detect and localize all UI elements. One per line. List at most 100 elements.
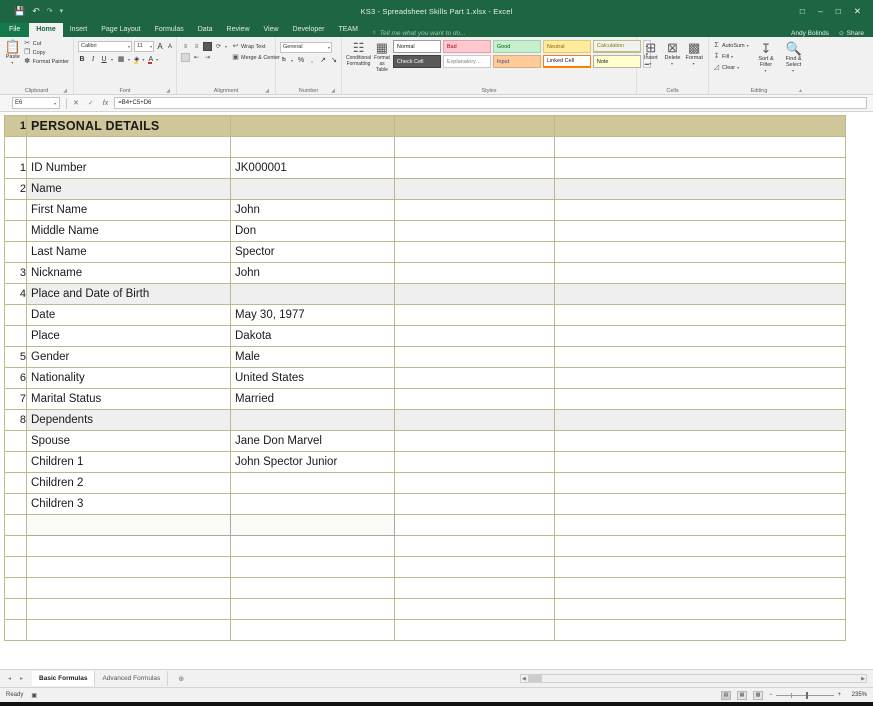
empty-cell-e[interactable] xyxy=(555,347,846,368)
empty-cell-e[interactable] xyxy=(555,326,846,347)
empty-cell-d[interactable] xyxy=(395,515,555,536)
empty-cell-d[interactable] xyxy=(395,347,555,368)
empty-cell-e[interactable] xyxy=(555,179,846,200)
row-value-cell[interactable]: Spector xyxy=(231,242,395,263)
empty-cell-d[interactable] xyxy=(395,242,555,263)
collapse-ribbon-icon[interactable]: ▲ xyxy=(798,87,803,95)
sheet-row[interactable]: Middle NameDon xyxy=(5,221,846,242)
row-value-cell[interactable]: May 30, 1977 xyxy=(231,305,395,326)
empty-cell-e[interactable] xyxy=(555,599,846,620)
cut-button[interactable]: ✂ Cut xyxy=(24,40,69,48)
sheet-row[interactable]: 4Place and Date of Birth xyxy=(5,284,846,305)
save-icon[interactable]: 💾 xyxy=(14,7,25,16)
empty-cell-d[interactable] xyxy=(395,116,555,137)
row-label-cell[interactable]: Place xyxy=(27,326,231,347)
row-label-cell[interactable]: Spouse xyxy=(27,431,231,452)
alignment-dialog-launcher-icon[interactable]: ◢ xyxy=(265,87,269,95)
delete-cells-button[interactable]: ⊠ Delete ▾ xyxy=(663,40,683,67)
row-value-cell[interactable] xyxy=(231,515,395,536)
sheet-row[interactable]: PlaceDakota xyxy=(5,326,846,347)
tab-team[interactable]: TEAM xyxy=(331,23,364,37)
row-label-cell[interactable]: Nickname xyxy=(27,263,231,284)
decrease-decimal-icon[interactable]: ↘ xyxy=(330,56,338,64)
row-value-cell[interactable] xyxy=(231,494,395,515)
cell-style-linked-cell[interactable]: Linked Cell xyxy=(543,55,591,68)
zoom-slider[interactable]: − + xyxy=(769,692,841,698)
name-box[interactable]: E6 ▾ xyxy=(12,97,60,109)
sheet-row[interactable]: 8Dependents xyxy=(5,410,846,431)
empty-cell-d[interactable] xyxy=(395,200,555,221)
empty-cell-d[interactable] xyxy=(395,179,555,200)
percent-style-button[interactable]: % xyxy=(297,57,305,64)
row-number-cell[interactable] xyxy=(5,515,27,536)
empty-cell-e[interactable] xyxy=(555,116,846,137)
chevron-down-icon[interactable]: ▾ xyxy=(128,57,131,62)
row-number-cell[interactable]: 8 xyxy=(5,410,27,431)
row-label-cell[interactable]: Gender xyxy=(27,347,231,368)
empty-cell-e[interactable] xyxy=(555,410,846,431)
cell-style-explanatory[interactable]: Explanatory ... xyxy=(443,55,491,68)
row-label-cell[interactable]: Last Name xyxy=(27,242,231,263)
row-number-cell[interactable] xyxy=(5,557,27,578)
tab-file[interactable]: File xyxy=(0,23,29,37)
row-number-cell[interactable]: 7 xyxy=(5,389,27,410)
empty-cell-d[interactable] xyxy=(395,557,555,578)
empty-cell-e[interactable] xyxy=(555,515,846,536)
clipboard-dialog-launcher-icon[interactable]: ◢ xyxy=(63,87,67,95)
page-layout-view-button[interactable]: ▦ xyxy=(737,691,747,700)
row-value-cell[interactable] xyxy=(231,116,395,137)
font-name-input[interactable]: Calibri ▾ xyxy=(78,41,132,52)
cell-style-check-cell[interactable]: Check Cell xyxy=(393,55,441,68)
row-number-cell[interactable] xyxy=(5,242,27,263)
spreadsheet-grid[interactable]: 1PERSONAL DETAILS1ID NumberJK0000012Name… xyxy=(0,112,873,669)
empty-cell-e[interactable] xyxy=(555,557,846,578)
align-bottom-icon[interactable] xyxy=(203,42,212,51)
font-color-button[interactable]: A xyxy=(148,56,153,63)
italic-button[interactable]: I xyxy=(89,55,97,63)
sheet-row[interactable]: 2Name xyxy=(5,179,846,200)
tab-review[interactable]: Review xyxy=(220,23,257,37)
row-value-cell[interactable] xyxy=(231,473,395,494)
empty-cell-d[interactable] xyxy=(395,284,555,305)
tab-page-layout[interactable]: Page Layout xyxy=(94,23,147,37)
row-number-cell[interactable] xyxy=(5,326,27,347)
row-value-cell[interactable]: Jane Don Marvel xyxy=(231,431,395,452)
row-label-cell[interactable] xyxy=(27,578,231,599)
normal-view-button[interactable]: ▤ xyxy=(721,691,731,700)
bold-button[interactable]: B xyxy=(78,56,86,63)
record-macro-icon[interactable]: ▣ xyxy=(31,692,37,699)
row-number-cell[interactable]: 6 xyxy=(5,368,27,389)
format-as-table-button[interactable]: ▦ Format as Table xyxy=(374,40,390,73)
row-value-cell[interactable] xyxy=(231,599,395,620)
row-label-cell[interactable]: Date xyxy=(27,305,231,326)
zoom-track[interactable] xyxy=(776,695,835,696)
ribbon-display-options-icon[interactable]: □ xyxy=(800,6,805,16)
sheet-row[interactable] xyxy=(5,599,846,620)
empty-cell-d[interactable] xyxy=(395,431,555,452)
confirm-entry-button[interactable]: ✓ xyxy=(88,99,94,107)
row-value-cell[interactable]: Married xyxy=(231,389,395,410)
sheet-row[interactable]: 3NicknameJohn xyxy=(5,263,846,284)
undo-icon[interactable]: ↶ xyxy=(32,7,40,16)
new-sheet-button[interactable]: ⊕ xyxy=(168,675,194,683)
share-button[interactable]: ☺ Share xyxy=(838,30,864,37)
user-name[interactable]: Andy Bolinds xyxy=(791,30,829,37)
sheet-row[interactable]: 1ID NumberJK000001 xyxy=(5,158,846,179)
row-number-cell[interactable] xyxy=(5,431,27,452)
cell-style-note[interactable]: Note xyxy=(593,55,641,68)
row-label-cell[interactable]: ID Number xyxy=(27,158,231,179)
empty-cell-e[interactable] xyxy=(555,578,846,599)
copy-button[interactable]: ❐ Copy xyxy=(24,49,69,57)
currency-icon[interactable]: ¤ xyxy=(280,57,288,64)
empty-cell-d[interactable] xyxy=(395,494,555,515)
row-number-cell[interactable]: 5 xyxy=(5,347,27,368)
tab-view[interactable]: View xyxy=(257,23,286,37)
empty-cell-d[interactable] xyxy=(395,620,555,641)
empty-cell-e[interactable] xyxy=(555,389,846,410)
row-label-cell[interactable]: Children 3 xyxy=(27,494,231,515)
align-middle-icon[interactable]: ≡ xyxy=(192,42,201,51)
row-label-cell[interactable]: First Name xyxy=(27,200,231,221)
cell-style-bad[interactable]: Bad xyxy=(443,40,491,53)
paste-button[interactable]: 📋 Paste ▾ xyxy=(4,39,22,66)
row-label-cell[interactable] xyxy=(27,599,231,620)
